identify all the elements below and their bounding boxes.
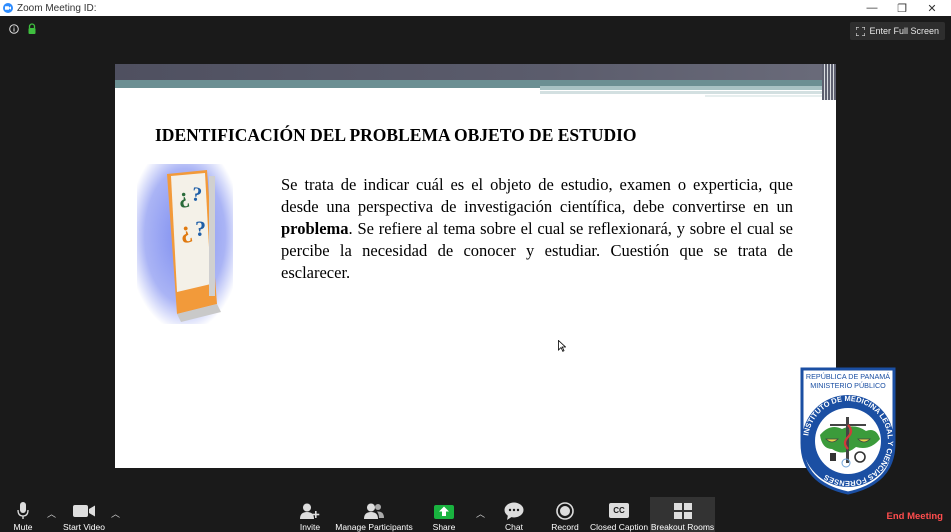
meeting-info-bar: Enter Full Screen xyxy=(0,16,951,44)
body-text-part2: . Se refiere al tema sobre el cual se re… xyxy=(281,219,793,282)
record-icon xyxy=(556,501,574,520)
start-video-button[interactable]: Start Video xyxy=(60,497,108,532)
slide-header-band-faint xyxy=(705,95,825,97)
body-text-part1: Se trata de indicar cuál es el objeto de… xyxy=(281,175,793,216)
restore-button[interactable]: ❐ xyxy=(887,0,917,16)
fullscreen-label: Enter Full Screen xyxy=(869,26,939,36)
share-button[interactable]: Share xyxy=(428,497,460,532)
invite-button[interactable]: Invite xyxy=(296,497,324,532)
window-title: Zoom Meeting ID: xyxy=(17,2,97,14)
closed-caption-icon: CC xyxy=(609,503,629,518)
manage-participants-label: Manage Participants xyxy=(335,522,413,532)
closed-caption-button[interactable]: CC Closed Caption xyxy=(590,497,648,532)
shared-screen-slide: IDENTIFICACIÓN DEL PROBLEMA OBJETO DE ES… xyxy=(115,64,836,468)
microphone-icon xyxy=(17,501,29,519)
question-marks-notebook-image: ¿ ? ¿ ? xyxy=(137,164,233,324)
mute-label: Mute xyxy=(13,522,33,532)
seal-line2: MINISTERIO PÚBLICO xyxy=(810,381,886,390)
breakout-rooms-icon xyxy=(673,502,692,519)
record-label: Record xyxy=(551,522,579,532)
slide-header-band-lighter xyxy=(540,91,825,94)
minimize-button[interactable]: — xyxy=(857,0,887,16)
enter-fullscreen-button[interactable]: Enter Full Screen xyxy=(850,22,945,40)
lock-icon[interactable] xyxy=(27,23,37,35)
meeting-controls-toolbar: Mute ︿ Start Video ︿ Invite Manage Parti… xyxy=(0,497,951,532)
breakout-rooms-button[interactable]: Breakout Rooms xyxy=(650,497,715,532)
body-text-bold: problema xyxy=(281,219,349,238)
share-screen-icon xyxy=(434,504,454,519)
info-icon[interactable] xyxy=(9,24,19,34)
close-button[interactable]: ✕ xyxy=(917,0,947,16)
share-label: Share xyxy=(432,522,456,532)
zoom-logo-icon xyxy=(3,3,13,13)
participants-icon xyxy=(364,503,384,519)
seal-line1: REPÚBLICA DE PANAMÁ xyxy=(806,372,890,381)
slide-header-band-light xyxy=(540,86,825,90)
slide-header-band xyxy=(115,64,836,80)
invite-person-icon xyxy=(300,503,320,519)
manage-participants-button[interactable]: Manage Participants xyxy=(334,497,414,532)
ministerio-publico-seal: REPÚBLICA DE PANAMÁ MINISTERIO PÚBLICO I… xyxy=(800,367,896,495)
closed-caption-label: Closed Caption xyxy=(589,522,649,532)
chat-button[interactable]: Chat xyxy=(498,497,530,532)
record-button[interactable]: Record xyxy=(549,497,581,532)
mouse-cursor-icon xyxy=(558,340,566,352)
end-meeting-button[interactable]: End Meeting xyxy=(887,511,943,522)
start-video-label: Start Video xyxy=(63,522,105,532)
audio-options-caret-icon[interactable]: ︿ xyxy=(47,507,56,520)
slide-header-stripes xyxy=(822,64,836,100)
window-titlebar: Zoom Meeting ID: — ❐ ✕ xyxy=(0,0,951,16)
breakout-rooms-label: Breakout Rooms xyxy=(650,522,715,532)
share-options-caret-icon[interactable]: ︿ xyxy=(476,507,485,520)
fullscreen-icon xyxy=(856,26,866,36)
invite-label: Invite xyxy=(299,522,321,532)
chat-bubble-icon xyxy=(504,502,524,520)
video-camera-icon xyxy=(73,504,95,517)
video-options-caret-icon[interactable]: ︿ xyxy=(111,507,120,520)
mute-button[interactable]: Mute xyxy=(6,497,40,532)
slide-title: IDENTIFICACIÓN DEL PROBLEMA OBJETO DE ES… xyxy=(155,125,637,145)
chat-label: Chat xyxy=(505,522,523,532)
svg-text:?: ? xyxy=(195,216,206,241)
slide-body-text: Se trata de indicar cuál es el objeto de… xyxy=(281,174,793,284)
